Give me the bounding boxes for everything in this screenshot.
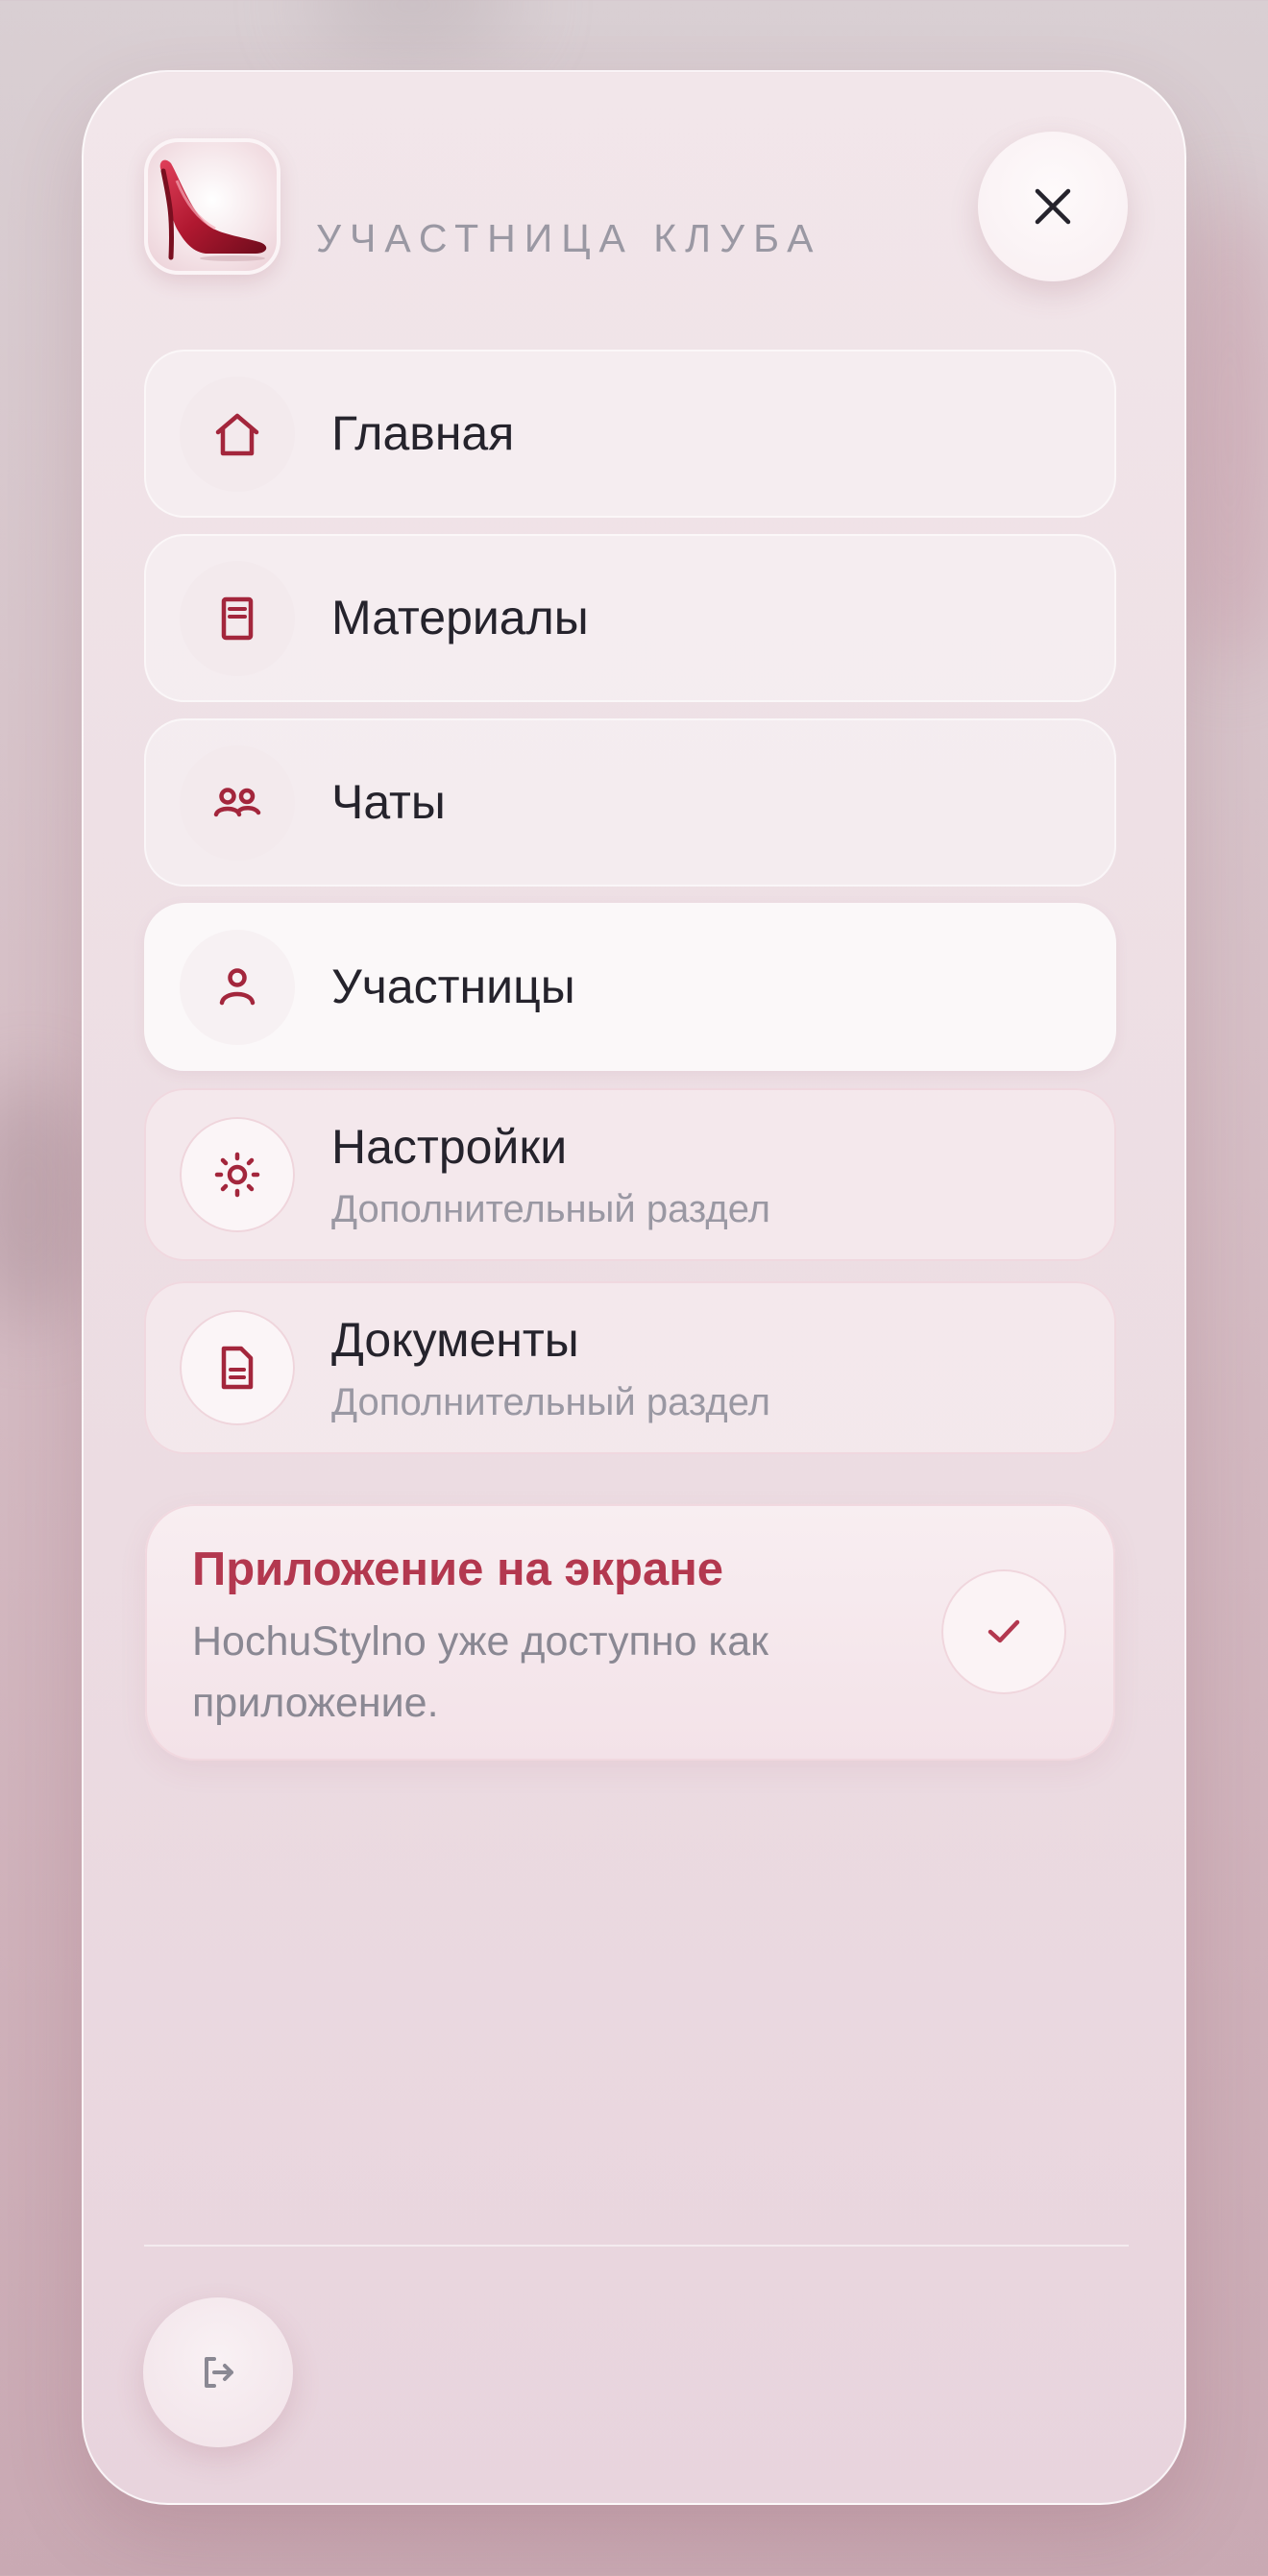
nav-label: Материалы [331,591,589,644]
sun-icon [214,1152,260,1198]
background-blur [307,0,519,48]
nav-icon [180,377,295,492]
nav-item-members[interactable]: Участницы [144,903,1116,1071]
nav-icon [180,561,295,676]
logout-icon [205,2357,233,2388]
nav-icon [180,1310,295,1425]
nav-icon [180,1117,295,1232]
users-icon [213,788,261,817]
nav-item-home[interactable]: Главная [144,350,1116,518]
install-card-text: HochuStylno уже доступно как приложение. [192,1618,768,1726]
logout-button[interactable] [143,2297,293,2447]
nav-label: Настройки [331,1120,568,1174]
close-button[interactable] [978,132,1128,281]
document-icon [221,1346,254,1390]
nav-item-settings[interactable]: Настройки Дополнительный раздел [144,1088,1116,1261]
nav-label: Документы [331,1313,579,1367]
nav-icon [180,745,295,861]
nav-item-materials[interactable]: Материалы [144,534,1116,702]
app-installed-card: Приложение на экране HochuStylno уже дос… [145,1504,1115,1761]
book-icon [221,596,254,641]
nav-sublabel: Дополнительный раздел [331,1188,770,1230]
club-member-label: УЧАСТНИЦА КЛУБА [316,216,822,260]
nav-label: Участницы [331,960,575,1013]
installed-check-badge [941,1569,1066,1694]
nav-label: Чаты [331,775,446,829]
nav-label: Главная [331,406,515,460]
side-menu-panel: УЧАСТНИЦА КЛУБА Главная Материалы Чаты У… [82,70,1186,2505]
install-card-title: Приложение на экране [192,1543,724,1595]
high-heel-shoe-icon [159,159,267,261]
footer-divider [144,2245,1129,2247]
nav-sublabel: Дополнительный раздел [331,1381,770,1423]
close-icon [1035,188,1071,225]
home-icon [215,413,259,456]
nav-item-documents[interactable]: Документы Дополнительный раздел [144,1281,1116,1454]
logo [144,138,280,275]
nav-item-chats[interactable]: Чаты [144,718,1116,887]
user-icon [219,968,256,1006]
nav-icon [180,930,295,1045]
check-icon [988,1619,1020,1643]
